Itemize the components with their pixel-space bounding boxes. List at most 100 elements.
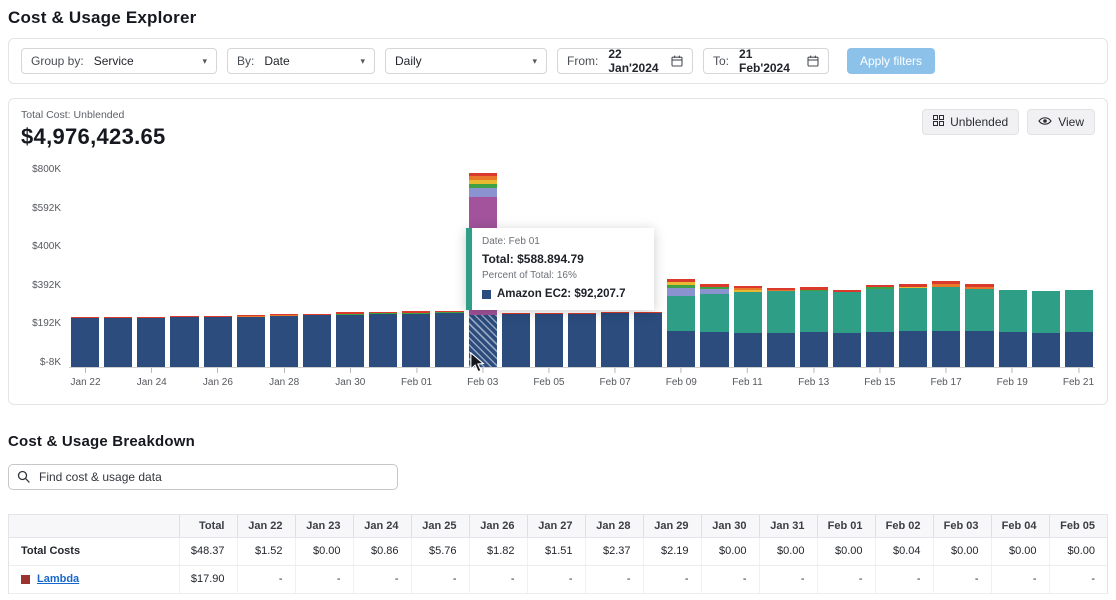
x-tick-jan-24: Jan 24 <box>137 368 167 388</box>
table-cell: $17.90 <box>178 565 237 594</box>
table-cell: - <box>584 565 643 594</box>
col-header: Jan 24 <box>352 515 411 538</box>
bar-segment-ec2 <box>236 316 265 367</box>
bar-segment-orange <box>766 289 795 292</box>
to-label: To: <box>713 54 730 68</box>
table-cell: $0.04 <box>874 537 933 566</box>
bar-jan-27[interactable] <box>236 164 265 367</box>
bar-feb-01[interactable] <box>402 164 431 367</box>
page-title: Cost & Usage Explorer <box>8 8 197 27</box>
x-tick-jan-28: Jan 28 <box>269 368 299 388</box>
bar-jan-29[interactable] <box>302 164 331 367</box>
bar-segment-red <box>766 287 795 290</box>
bar-segment-red <box>402 311 431 313</box>
to-date-picker[interactable]: To: 21 Feb'2024 <box>703 47 829 75</box>
bar-feb-16[interactable] <box>899 164 928 367</box>
bar-segment-red <box>866 284 895 288</box>
by-value: Date <box>264 54 290 68</box>
bar-segment-red <box>932 280 961 285</box>
bar-feb-21[interactable] <box>1064 164 1093 367</box>
bar-segment-teal <box>932 287 961 331</box>
bar-jan-26[interactable] <box>203 164 232 367</box>
bar-feb-13[interactable] <box>799 164 828 367</box>
bar-segment-ec2 <box>402 313 431 367</box>
y-tick-label: $592K <box>32 202 61 214</box>
bar-segment-yellow <box>667 282 696 285</box>
table-cell: $1.82 <box>468 537 527 566</box>
bar-segment-red <box>369 311 398 314</box>
bar-feb-12[interactable] <box>766 164 795 367</box>
bar-segment-teal <box>766 291 795 333</box>
bar-segment-teal <box>667 295 696 332</box>
total-cost-value: $4,976,423.65 <box>21 124 166 149</box>
bar-segment-ec2 <box>634 312 663 367</box>
bar-jan-25[interactable] <box>170 164 199 367</box>
to-date-value: 21 Feb'2024 <box>739 47 790 75</box>
bar-segment-red <box>137 316 166 318</box>
bar-segment-red <box>170 316 199 318</box>
bar-segment-ec2 <box>302 315 331 367</box>
bar-feb-17[interactable] <box>932 164 961 367</box>
table-cell: - <box>294 565 353 594</box>
col-header: Jan 30 <box>700 515 759 538</box>
service-color-swatch <box>21 574 30 584</box>
chevron-down-icon: ▾ <box>532 55 537 66</box>
breakdown-title: Cost & Usage Breakdown <box>8 433 195 450</box>
x-tick-feb-11: Feb 11 <box>732 368 763 388</box>
apply-filters-button[interactable]: Apply filters <box>847 48 936 74</box>
from-date-picker[interactable]: From: 22 Jan'2024 <box>557 47 693 75</box>
bar-jan-22[interactable] <box>71 164 100 367</box>
bar-feb-18[interactable] <box>965 164 994 367</box>
bar-feb-14[interactable] <box>832 164 861 367</box>
table-row-lambda: Lambda $17.90- - - - - - - - - - - - - - - <box>9 565 1107 594</box>
table-cell: - <box>990 565 1049 594</box>
bar-segment-orange <box>932 284 961 288</box>
x-tick-feb-07: Feb 07 <box>600 368 631 388</box>
y-tick-label: $400K <box>32 241 61 253</box>
by-select[interactable]: By: Date ▾ <box>227 48 375 74</box>
row-label: Total Costs <box>21 545 81 557</box>
bar-jan-24[interactable] <box>137 164 166 367</box>
table-cell: - <box>932 565 991 594</box>
table-cell: - <box>642 565 701 594</box>
table-cell: - <box>410 565 469 594</box>
table-cell: $48.37 <box>178 537 237 566</box>
table-cell: - <box>526 565 585 594</box>
bar-segment-ec2 <box>170 317 199 367</box>
bar-feb-10[interactable] <box>700 164 729 367</box>
bar-segment-ec2 <box>435 313 464 367</box>
bar-feb-09[interactable] <box>667 164 696 367</box>
bar-segment-red <box>700 284 729 288</box>
bar-segment-ec2 <box>104 317 133 367</box>
table-cell: - <box>468 565 527 594</box>
bar-segment-green <box>700 287 729 290</box>
col-header: Jan 25 <box>410 515 469 538</box>
group-by-value: Service <box>93 54 134 68</box>
table-cell: $0.00 <box>294 537 353 566</box>
x-axis: Jan 22 Jan 24 Jan 26 Jan 28 Jan 30 Feb 01 Feb … <box>69 368 1095 396</box>
table-header-row: Total Jan 22 Jan 23 Jan 24 Jan 25 Jan 26 Jan 2… <box>9 515 1107 538</box>
group-by-select[interactable]: Group by: Service ▾ <box>21 48 217 74</box>
chart-header: Total Cost: Unblended $4,976,423.65 Unbl… <box>21 109 1095 150</box>
bar-segment-orange <box>965 286 994 289</box>
granularity-select[interactable]: Daily ▾ <box>385 48 547 74</box>
bar-jan-23[interactable] <box>104 164 133 367</box>
bar-jan-28[interactable] <box>269 164 298 367</box>
service-link[interactable]: Lambda <box>37 573 79 585</box>
bar-feb-19[interactable] <box>998 164 1027 367</box>
search-input[interactable] <box>8 464 398 490</box>
bar-segment-red <box>269 314 298 315</box>
bar-jan-31[interactable] <box>369 164 398 367</box>
bar-segment-green <box>468 183 497 189</box>
bar-feb-20[interactable] <box>1031 164 1060 367</box>
bar-feb-11[interactable] <box>733 164 762 367</box>
bar-jan-30[interactable] <box>336 164 365 367</box>
table-cell: $0.86 <box>352 537 411 566</box>
plot-area: Jan 22 Jan 24 Jan 26 Jan 28 Jan 30 Feb 01 Feb … <box>69 164 1095 396</box>
unblended-button[interactable]: Unblended <box>922 109 1020 135</box>
bar-segment-red <box>468 172 497 177</box>
view-button[interactable]: View <box>1027 109 1095 135</box>
bar-feb-15[interactable] <box>866 164 895 367</box>
bar-feb-02[interactable] <box>435 164 464 367</box>
search-box <box>8 464 398 490</box>
